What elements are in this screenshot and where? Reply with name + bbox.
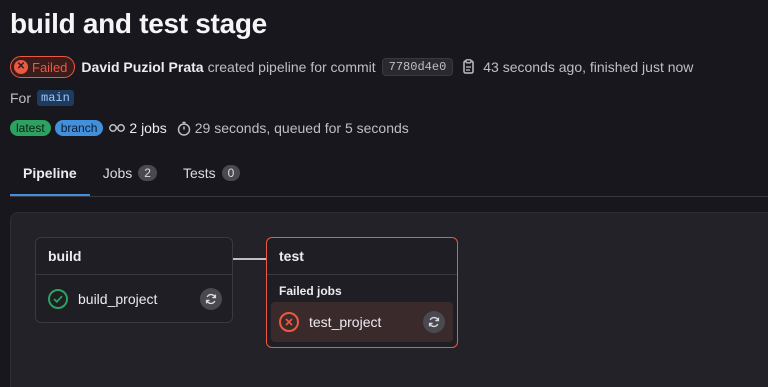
stage-build-header: build [36,238,232,275]
author-name[interactable]: David Puziol Prata [81,59,203,75]
pipeline-icon [109,124,126,132]
stage-test-header: test [267,238,457,275]
copy-icon[interactable] [461,59,475,75]
failed-job-row: test_project [271,302,453,342]
for-label: For [10,90,31,106]
stage-test: test Failed jobs test_project [266,237,458,348]
retry-icon[interactable] [200,288,222,310]
branch-row: For main [10,88,74,108]
commit-sha[interactable]: 7780d4e0 [381,58,454,76]
tab-pipeline-label: Pipeline [23,165,77,181]
branch-ref[interactable]: main [37,90,74,106]
tab-jobs-count: 2 [138,165,157,181]
stage-build: build build_project [35,237,233,323]
pipeline-time: 43 seconds ago, finished just now [483,59,694,75]
job-build-project-label: build_project [78,291,158,307]
tab-tests-label: Tests [182,165,216,181]
tab-pipeline[interactable]: Pipeline [10,152,90,196]
latest-badge: latest [10,120,51,136]
pipeline-tabs: Pipeline Jobs 2 Tests 0 [10,152,768,197]
job-test-project-label: test_project [309,314,382,330]
jobs-count-label: 2 jobs [129,120,167,136]
tab-tests[interactable]: Tests 0 [170,152,253,194]
stage-connector [232,258,266,260]
timer-icon [177,121,190,136]
tab-tests-count: 0 [221,165,241,181]
job-build-project[interactable]: build_project [48,287,222,311]
created-text: created pipeline for commit [207,59,376,75]
badges-row: latest branch 2 jobs 29 seconds, queued … [10,118,409,138]
branch-badge: branch [54,120,104,136]
failed-status-icon [279,312,299,332]
pipeline-duration: 29 seconds, queued for 5 seconds [177,120,409,136]
retry-icon[interactable] [423,311,445,333]
failed-status-icon: ✕ [14,60,28,74]
pipeline-graph: build build_project test Failed jobs tes… [10,212,768,387]
status-badge-label: Failed [32,59,68,75]
tab-jobs[interactable]: Jobs 2 [90,152,170,194]
job-test-project[interactable]: test_project [279,310,445,334]
failed-jobs-label: Failed jobs [279,284,342,298]
duration-label: 29 seconds, queued for 5 seconds [194,120,409,136]
tab-jobs-label: Jobs [102,165,133,181]
page-title: build and test stage [10,8,267,39]
status-badge[interactable]: ✕ Failed [10,56,76,78]
success-status-icon [48,289,68,309]
pipeline-meta-row: ✕ Failed David Puziol Prata created pipe… [10,56,693,78]
jobs-count: 2 jobs [109,120,167,136]
